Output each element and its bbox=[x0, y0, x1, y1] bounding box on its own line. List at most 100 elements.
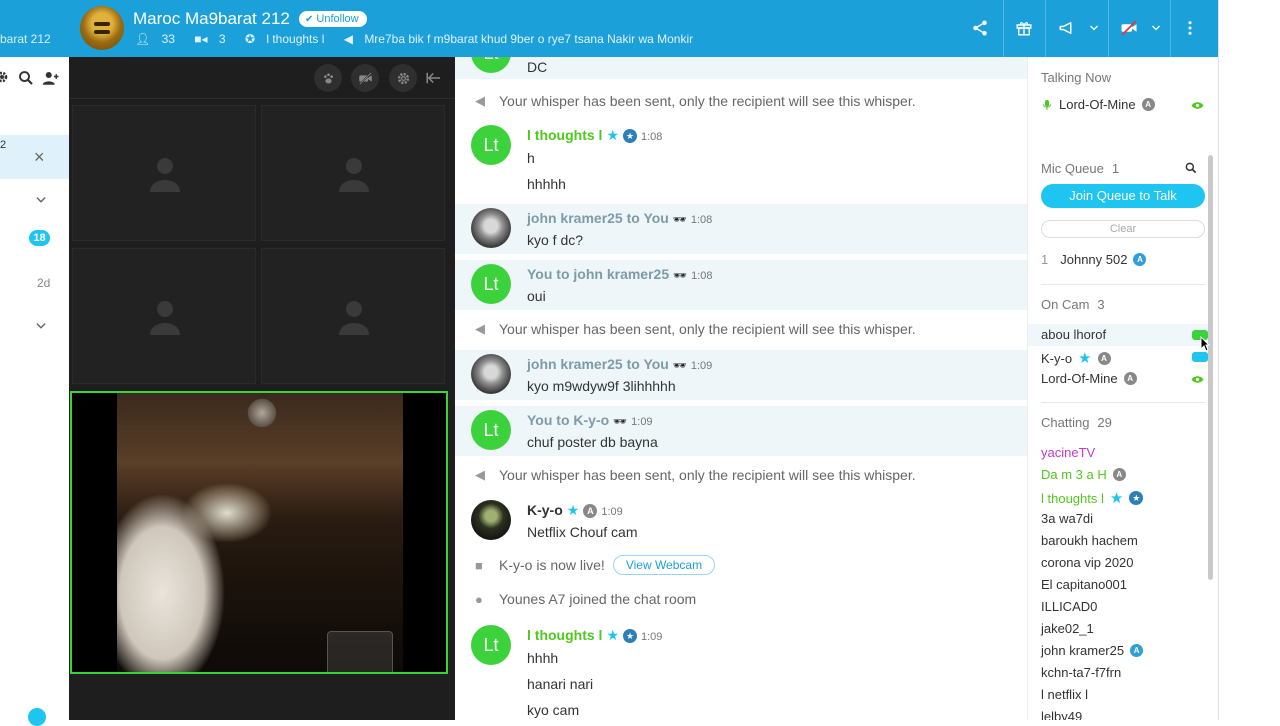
more-vertical-icon bbox=[1188, 21, 1192, 35]
chatting-title: Chatting 29 bbox=[1041, 415, 1112, 430]
chevron-down-icon[interactable] bbox=[34, 193, 48, 207]
unread-badge: 18 bbox=[29, 230, 50, 246]
verified-icon: ★ bbox=[623, 129, 637, 143]
add-user-icon[interactable] bbox=[42, 69, 60, 87]
chevron-down-icon bbox=[1090, 25, 1098, 31]
message-time: 1:08 bbox=[690, 214, 713, 226]
close-icon[interactable]: × bbox=[34, 147, 45, 168]
camera-dropdown[interactable] bbox=[1146, 10, 1166, 46]
chat-user[interactable]: yacineTV bbox=[1041, 445, 1095, 460]
empty-cam-slot[interactable] bbox=[261, 248, 445, 384]
chat-user[interactable]: kchn-ta7-f7frn bbox=[1041, 665, 1121, 680]
whisper-notice: ◀ Your whisper has been sent, only the r… bbox=[475, 467, 916, 483]
chat-user[interactable]: baroukh hachem bbox=[1041, 533, 1138, 548]
user-name: baroukh hachem bbox=[1041, 533, 1138, 548]
gift-button[interactable] bbox=[1006, 10, 1042, 46]
search-icon[interactable] bbox=[1184, 161, 1198, 175]
message-author[interactable]: You to K-y-o 🕶︎ 1:09 bbox=[527, 412, 653, 428]
empty-cam-slot[interactable] bbox=[72, 105, 256, 241]
chat-user[interactable]: l netflix l bbox=[1041, 687, 1088, 702]
avatar[interactable]: Lt bbox=[471, 125, 511, 165]
collapse-button[interactable] bbox=[425, 69, 447, 87]
star-icon: ★ bbox=[566, 502, 580, 518]
mouse-cursor-icon bbox=[1200, 336, 1210, 352]
empty-cam-slot[interactable] bbox=[261, 105, 445, 241]
live-notice-text: K-y-o is now live! bbox=[499, 557, 605, 573]
message-author[interactable]: john kramer25 to You 🕶︎ 1:09 bbox=[527, 356, 712, 372]
cam-user[interactable]: Lord-Of-Mine A bbox=[1041, 371, 1137, 386]
hide-cams-button[interactable] bbox=[351, 64, 379, 92]
avatar[interactable] bbox=[471, 354, 511, 394]
message-author[interactable]: K-y-o ★ A 1:09 bbox=[527, 502, 623, 519]
talking-user[interactable]: Lord-Of-Mine A bbox=[1041, 97, 1155, 112]
message-author[interactable]: l thoughts l ★ ★ 1:08 bbox=[527, 127, 662, 144]
user-list-scrollbar[interactable] bbox=[1208, 155, 1213, 580]
previous-room-label[interactable]: barat 212 bbox=[0, 32, 51, 46]
user-name: l thoughts l bbox=[1041, 490, 1104, 506]
gear-icon[interactable] bbox=[0, 69, 10, 85]
camera-off-button[interactable] bbox=[1112, 10, 1146, 46]
view-webcam-button[interactable]: View Webcam bbox=[612, 555, 716, 575]
avatar[interactable]: Lt bbox=[471, 410, 511, 450]
unfollow-button[interactable]: ✔ Unfollow bbox=[299, 11, 367, 27]
chat-user[interactable]: Da m 3 a H A bbox=[1041, 467, 1126, 482]
megaphone-icon: ◀ bbox=[475, 321, 485, 336]
owner-value: l thoughts l bbox=[266, 32, 325, 46]
join-queue-button[interactable]: Join Queue to Talk bbox=[1041, 184, 1205, 208]
chat-user[interactable]: El capitano001 bbox=[1041, 577, 1127, 592]
chevron-down-icon[interactable] bbox=[34, 319, 48, 333]
cam-user[interactable]: K-y-o ★ A bbox=[1041, 349, 1111, 367]
viewers-count: 👤︎ 33 bbox=[135, 32, 183, 46]
avatar[interactable] bbox=[471, 208, 511, 248]
empty-cam-slot[interactable] bbox=[72, 248, 256, 384]
camera-live-icon[interactable] bbox=[1192, 352, 1208, 362]
more-button[interactable] bbox=[1174, 10, 1206, 46]
user-name: kchn-ta7-f7frn bbox=[1041, 665, 1122, 680]
section-divider bbox=[1041, 284, 1205, 285]
message-author[interactable]: You to john kramer25 🕶︎ 1:08 bbox=[527, 266, 713, 282]
eye-icon[interactable] bbox=[1191, 101, 1204, 110]
author-name: john kramer25 to You bbox=[527, 210, 669, 226]
verified-icon: ★ bbox=[623, 629, 637, 643]
message-author[interactable]: l thoughts l ★ ★ 1:09 bbox=[527, 627, 662, 644]
chat-user[interactable]: ILLICAD0 bbox=[1041, 599, 1097, 614]
chat-user[interactable]: john kramer25 A bbox=[1041, 643, 1144, 658]
chat-user[interactable]: l thoughts l ★ ★ bbox=[1041, 489, 1144, 507]
room-title: Maroc Ma9barat 212 bbox=[133, 9, 290, 28]
chat-user[interactable]: 3a wa7di bbox=[1041, 511, 1093, 526]
user-placeholder-icon bbox=[150, 301, 180, 335]
avatar[interactable]: Lt bbox=[471, 264, 511, 304]
chat-user[interactable]: lelby49 bbox=[1041, 709, 1082, 720]
clear-queue-button[interactable]: Clear bbox=[1041, 220, 1205, 238]
camera-icon: ■◂ bbox=[194, 32, 208, 46]
page-margin bbox=[1218, 0, 1280, 720]
avatar[interactable] bbox=[471, 500, 511, 540]
message-text: DC bbox=[527, 59, 548, 75]
user-name: Johnny 502 bbox=[1060, 252, 1128, 267]
cam-user[interactable]: abou lhorof bbox=[1041, 327, 1106, 342]
message-text: hhhh bbox=[527, 650, 559, 666]
header-divider bbox=[1003, 0, 1004, 57]
avatar[interactable]: Lt bbox=[471, 625, 511, 665]
message-text: kyo cam bbox=[527, 702, 580, 718]
chat-user[interactable]: corona vip 2020 bbox=[1041, 555, 1134, 570]
author-name: l thoughts l bbox=[527, 127, 603, 143]
header-divider bbox=[1108, 0, 1109, 57]
admin-badge-icon: A bbox=[1141, 98, 1155, 111]
queue-user[interactable]: 1 Johnny 502 A bbox=[1041, 252, 1147, 267]
announce-button[interactable] bbox=[1050, 10, 1084, 46]
search-icon[interactable] bbox=[17, 69, 35, 87]
star-badge-icon[interactable] bbox=[28, 708, 46, 726]
announce-dropdown[interactable] bbox=[1084, 10, 1104, 46]
share-button[interactable] bbox=[962, 10, 998, 46]
eye-icon[interactable] bbox=[1191, 375, 1204, 384]
message-author[interactable]: john kramer25 to You 🕶︎ 1:08 bbox=[527, 210, 712, 226]
chat-user[interactable]: jake02_1 bbox=[1041, 621, 1094, 636]
video-settings-button[interactable] bbox=[389, 64, 417, 92]
avatar[interactable]: Lt bbox=[471, 57, 511, 73]
live-webcam-feed[interactable] bbox=[70, 391, 448, 674]
room-meta: 👤︎ 33 ■◂ 3 ✪ l thoughts l ◀ Mre7ba bik f… bbox=[135, 32, 709, 46]
active-room-tab[interactable]: 2 × bbox=[0, 135, 69, 179]
message-time: 1:09 bbox=[601, 506, 623, 518]
paw-button[interactable] bbox=[314, 64, 342, 92]
